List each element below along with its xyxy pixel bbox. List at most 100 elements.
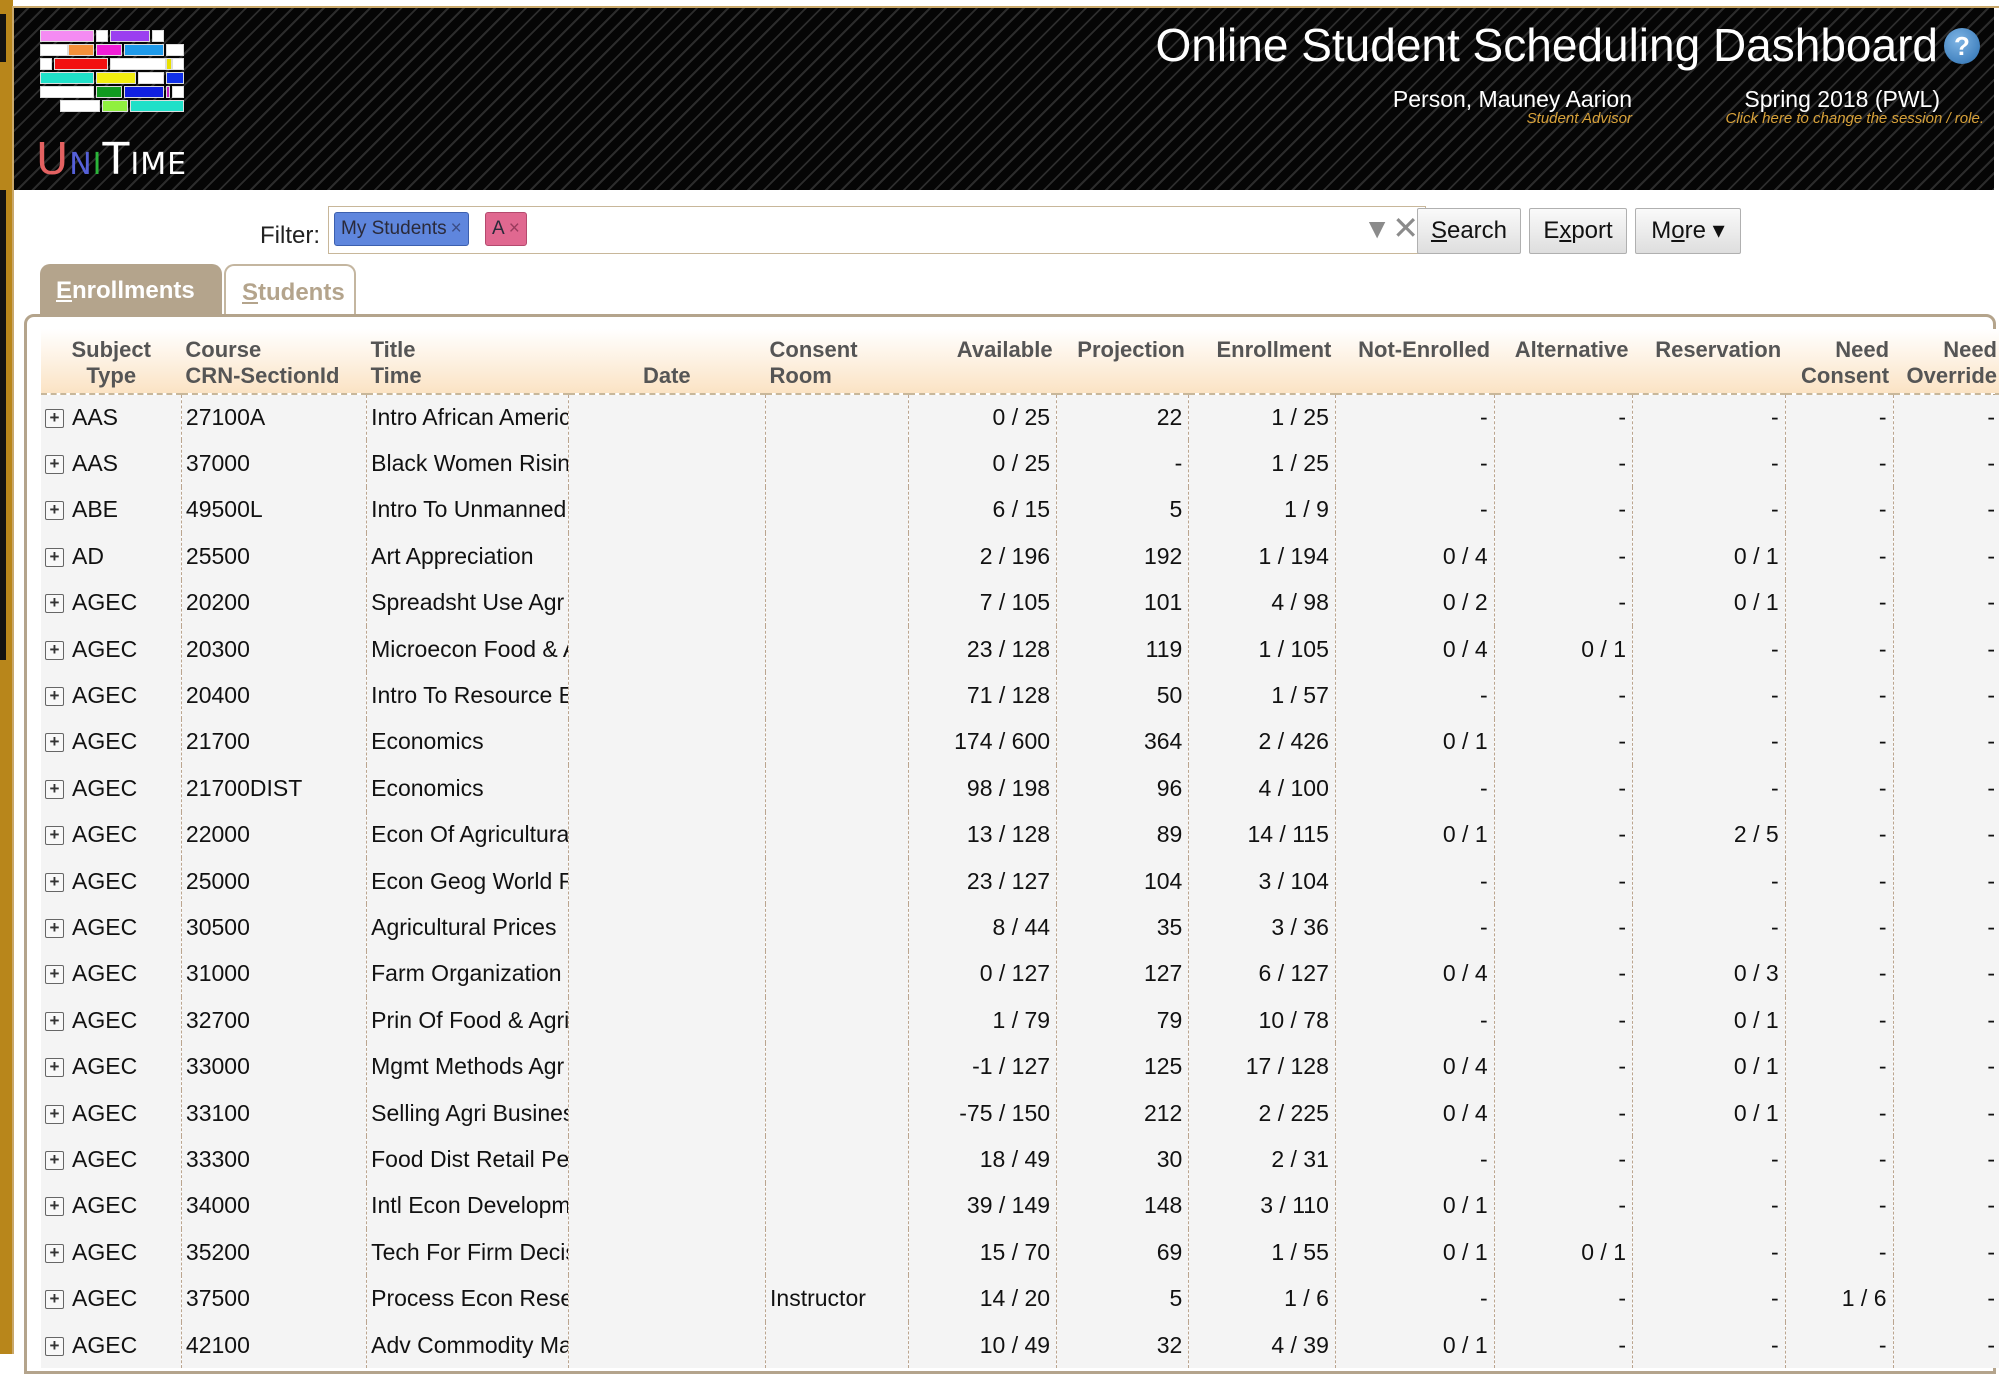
expand-plus-icon[interactable]: + <box>45 1150 64 1170</box>
cell-reservation: 0 / 1 <box>1632 579 1786 626</box>
more-button[interactable]: More ▾ <box>1635 208 1741 254</box>
col-enrollment[interactable]: Enrollment <box>1188 329 1336 395</box>
col-reservation[interactable]: Reservation <box>1632 329 1786 395</box>
tab-students[interactable]: Students <box>224 264 356 316</box>
table-row[interactable]: + AGEC 31000 Farm Organization 0 / 127 127 6 /… <box>41 950 1999 998</box>
filter-input[interactable]: My Students × A × ▼ ✕ <box>328 206 1426 254</box>
cell-projection: 364 <box>1056 718 1190 766</box>
cell-title: Tech For Firm Decision <box>366 1229 569 1276</box>
table-row[interactable]: + AGEC 20300Microecon Food & Agbus 23 / 128… <box>41 625 1999 673</box>
cell-alternative: - <box>1494 765 1634 812</box>
table-row[interactable]: + AAS 27100AIntro African American Studies… <box>41 394 1999 441</box>
expand-plus-icon[interactable]: + <box>45 779 64 799</box>
cell-available: 13 / 128 <box>908 811 1058 858</box>
table-row[interactable]: + AGEC 20200Spreadsht Use Agr Bus 7 / 10510… <box>41 579 1999 626</box>
filter-chip-my-students[interactable]: My Students × <box>334 212 469 246</box>
table-row[interactable]: +AGEC42100Adv Commodity Marketing 10 / 49… <box>41 1321 1999 1369</box>
table-row[interactable]: + AGEC 20400Intro To Resource Econ 71 / 128… <box>41 672 1999 719</box>
table-row[interactable]: + ABE 49500LIntro To Unmanned Aircraft Sys… <box>41 486 1999 534</box>
cell-not-enrolled: - <box>1335 904 1495 951</box>
col-need-consent[interactable]: Need Consent <box>1785 329 1894 395</box>
filter-clear-icon[interactable]: ✕ <box>1392 209 1419 247</box>
table-row[interactable]: + AGEC 33000Mgmt Methods Agr Bus -1 / 12712… <box>41 1043 1999 1090</box>
cell-consent <box>765 997 909 1044</box>
table-row[interactable]: + AGEC 21700 Economics 174 / 600 364 2 / 426 0 … <box>41 718 1999 766</box>
col-subject[interactable]: Subject Type <box>41 329 182 395</box>
cell-enrollment: 4 / 100 <box>1188 765 1336 812</box>
cell-enrollment: 4 / 98 <box>1188 579 1336 626</box>
expand-plus-icon[interactable]: + <box>45 1011 64 1031</box>
expand-plus-icon[interactable]: + <box>45 501 64 521</box>
expand-plus-icon[interactable]: + <box>45 1104 64 1124</box>
col-need-override[interactable]: Need Override <box>1893 329 1999 395</box>
table-row[interactable]: + AGEC 34000Intl Econ Development 39 / 1491… <box>41 1182 1999 1230</box>
cell-course: 25000 <box>181 857 368 905</box>
search-button[interactable]: Search <box>1417 208 1521 254</box>
cell-reservation: - <box>1632 857 1786 905</box>
cell-enrollment: 1 / 194 <box>1188 533 1336 580</box>
cell-projection: 32 <box>1056 1321 1190 1369</box>
chip-remove-icon[interactable]: × <box>509 218 520 239</box>
subject-text: AGEC <box>72 1145 138 1172</box>
table-row[interactable]: + AGEC 21700DIST Economics 98 / 198 96 4 / 100… <box>41 765 1999 812</box>
chip-label: My Students <box>341 218 447 239</box>
expand-plus-icon[interactable]: + <box>45 733 64 753</box>
table-row[interactable]: + AD 25500 Art Appreciation 2 / 196 192 1 / 19… <box>41 533 1999 580</box>
chip-remove-icon[interactable]: × <box>451 218 462 239</box>
cell-alternative: - <box>1494 672 1634 719</box>
col-projection[interactable]: Projection <box>1056 329 1189 395</box>
col-consent[interactable]: Consent Room <box>765 329 908 395</box>
cell-enrollment: 1 / 55 <box>1188 1229 1336 1276</box>
subject-text: AGEC <box>72 1238 138 1265</box>
table-row[interactable]: + AGEC 32700Prin Of Food & Agribus Mrkt 1 /… <box>41 997 1999 1044</box>
cell-subject: + AGEC <box>41 811 182 858</box>
table-row[interactable]: + AGEC 33100 Selling Agri Business -75 / 150… <box>41 1089 1999 1137</box>
cell-available: 10 / 49 <box>908 1321 1058 1369</box>
col-course[interactable]: Course CRN-SectionId <box>181 329 367 395</box>
expand-plus-icon[interactable]: + <box>45 826 64 846</box>
expand-plus-icon[interactable]: + <box>45 918 64 938</box>
table-row[interactable]: + AGEC 30500 Agricultural Prices 8 / 44 35 3 /… <box>41 904 1999 951</box>
expand-plus-icon[interactable]: + <box>45 687 64 707</box>
session-change-hint[interactable]: Click here to change the session / role. <box>1726 110 1984 127</box>
expand-plus-icon[interactable]: + <box>45 594 64 614</box>
expand-plus-icon[interactable]: + <box>45 1243 64 1263</box>
table-row[interactable]: + AGEC 33300Food Dist Retail Persp 18 / 493… <box>41 1136 1999 1183</box>
col-available[interactable]: Available <box>908 329 1057 395</box>
expand-plus-icon[interactable]: + <box>45 872 64 892</box>
expand-plus-icon[interactable]: + <box>45 965 64 985</box>
user-info[interactable]: Person, Mauney Aarion Student Advisor <box>1393 86 1632 127</box>
cell-subject: + AGEC <box>41 625 182 673</box>
table-row[interactable]: + AGEC 35200Tech For Firm Decision 15 / 706… <box>41 1229 1999 1276</box>
cell-need-override: - <box>1893 1182 1999 1230</box>
cell-available: 71 / 128 <box>908 672 1058 719</box>
expand-plus-icon[interactable]: + <box>45 1290 64 1310</box>
tab-enrollments[interactable]: Enrollments <box>40 264 222 316</box>
table-row[interactable]: + AAS 37000 Black Women Rising 0 / 25-1 / 25… <box>41 440 1999 487</box>
filter-chip-a[interactable]: A × <box>485 212 527 246</box>
table-row[interactable]: + AGEC 22000Econ Of Agricultural Markets 13… <box>41 811 1999 858</box>
cell-course: 49500L <box>181 486 368 534</box>
expand-plus-icon[interactable]: + <box>45 1058 64 1078</box>
cell-date <box>568 394 767 441</box>
col-not-enrolled[interactable]: Not-Enrolled <box>1335 329 1495 395</box>
expand-plus-icon[interactable]: + <box>45 409 64 429</box>
expand-plus-icon[interactable]: + <box>45 547 64 567</box>
export-button[interactable]: Export <box>1529 208 1627 254</box>
expand-plus-icon[interactable]: + <box>45 1197 64 1217</box>
unitime-logo[interactable]: UNITIME <box>26 22 196 185</box>
expand-plus-icon[interactable]: + <box>45 640 64 660</box>
col-alternative[interactable]: Alternative <box>1494 329 1633 395</box>
cell-consent <box>765 1043 909 1090</box>
expand-plus-icon[interactable]: + <box>45 455 64 475</box>
cell-date <box>568 533 767 580</box>
help-question-icon[interactable]: ? <box>1944 28 1980 64</box>
col-title[interactable]: Title Time <box>366 329 569 395</box>
expand-plus-icon[interactable]: + <box>45 1336 64 1356</box>
col-date[interactable]: Date <box>568 329 766 395</box>
table-row[interactable]: + AGEC 25000Econ Geog World Food 23 / 12710… <box>41 857 1999 905</box>
table-row[interactable]: + AGEC 37500Process Econ Research Instructo… <box>41 1275 1999 1322</box>
session-selector[interactable]: Spring 2018 (PWL) Click here to change t… <box>1726 86 1984 127</box>
filter-dropdown-icon[interactable]: ▼ <box>1363 213 1391 245</box>
cell-need-consent: - <box>1785 440 1894 487</box>
